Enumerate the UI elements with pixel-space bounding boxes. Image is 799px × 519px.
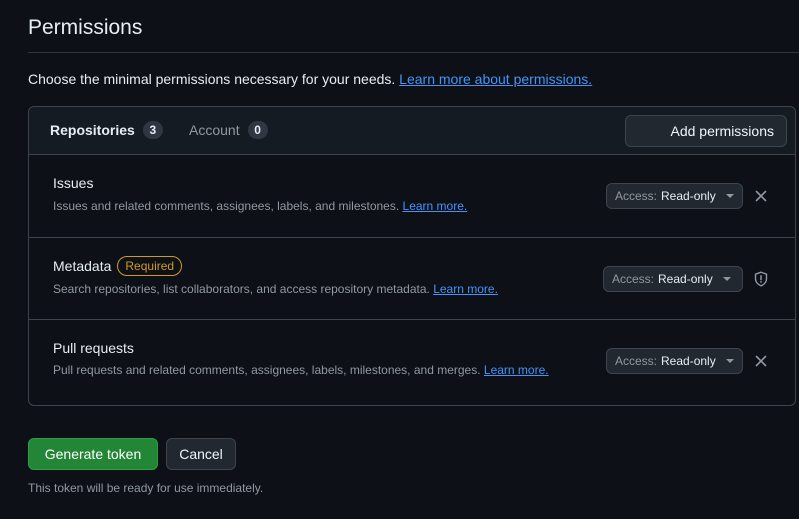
learn-more-link[interactable]: Learn more. <box>484 363 549 377</box>
tab-repositories-label: Repositories <box>50 122 135 138</box>
access-prefix: Access: <box>615 189 658 203</box>
close-icon[interactable] <box>753 188 769 204</box>
access-prefix: Access: <box>615 354 658 368</box>
permission-row-pull-requests: Pull requests Pull requests and related … <box>29 320 795 405</box>
permissions-tabs-header: Repositories 3 Account 0 Add permissions <box>29 107 795 155</box>
permission-name-label: Pull requests <box>53 340 134 356</box>
permission-row-metadata: Metadata Required Search repositories, l… <box>29 238 795 320</box>
permission-row-issues: Issues Issues and related comments, assi… <box>29 155 795 238</box>
chevron-down-icon <box>725 194 734 198</box>
section-title: Permissions <box>28 16 143 39</box>
learn-more-link[interactable]: Learn more. <box>433 282 498 296</box>
access-prefix: Access: <box>612 272 655 286</box>
tab-repositories[interactable]: Repositories 3 <box>50 121 163 139</box>
access-value: Read-only <box>661 354 716 368</box>
intro-text: Choose the minimal permissions necessary… <box>28 71 592 87</box>
tab-account[interactable]: Account 0 <box>189 121 268 139</box>
add-permissions-button[interactable]: Add permissions <box>625 115 787 147</box>
permissions-panel: Repositories 3 Account 0 Add permissions… <box>28 106 796 406</box>
permission-description-text: Issues and related comments, assignees, … <box>53 199 400 213</box>
access-value: Read-only <box>661 189 716 203</box>
permission-name-label: Metadata <box>53 258 112 274</box>
chevron-down-icon <box>725 359 734 363</box>
intro-description: Choose the minimal permissions necessary… <box>28 71 396 87</box>
permission-description-text: Pull requests and related comments, assi… <box>53 363 481 377</box>
required-badge: Required <box>117 256 183 276</box>
close-icon[interactable] <box>753 353 769 369</box>
generate-token-button[interactable]: Generate token <box>28 438 158 470</box>
learn-more-link[interactable]: Learn more. <box>403 199 468 213</box>
access-select-pull-requests[interactable]: Access: Read-only <box>606 348 743 374</box>
title-divider <box>28 52 799 53</box>
permission-description: Pull requests and related comments, assi… <box>53 363 549 377</box>
access-select-metadata[interactable]: Access: Read-only <box>603 266 743 292</box>
cancel-button[interactable]: Cancel <box>166 438 236 470</box>
token-ready-note: This token will be ready for use immedia… <box>28 481 264 495</box>
permission-name: Metadata Required <box>53 256 183 276</box>
learn-more-permissions-link[interactable]: Learn more about permissions. <box>399 71 592 87</box>
access-value: Read-only <box>658 272 713 286</box>
permission-description-text: Search repositories, list collaborators,… <box>53 282 430 296</box>
permission-name: Pull requests <box>53 340 134 356</box>
tab-account-label: Account <box>189 122 240 138</box>
permission-name-label: Issues <box>53 175 94 191</box>
permission-description: Issues and related comments, assignees, … <box>53 199 467 213</box>
tab-repositories-count: 3 <box>142 121 163 139</box>
tab-account-count: 0 <box>247 121 268 139</box>
shield-icon <box>753 271 769 287</box>
chevron-down-icon <box>722 277 731 281</box>
permission-name: Issues <box>53 175 93 191</box>
permissions-page: Permissions Choose the minimal permissio… <box>0 0 799 519</box>
permission-description: Search repositories, list collaborators,… <box>53 282 498 296</box>
access-select-issues[interactable]: Access: Read-only <box>606 183 743 209</box>
